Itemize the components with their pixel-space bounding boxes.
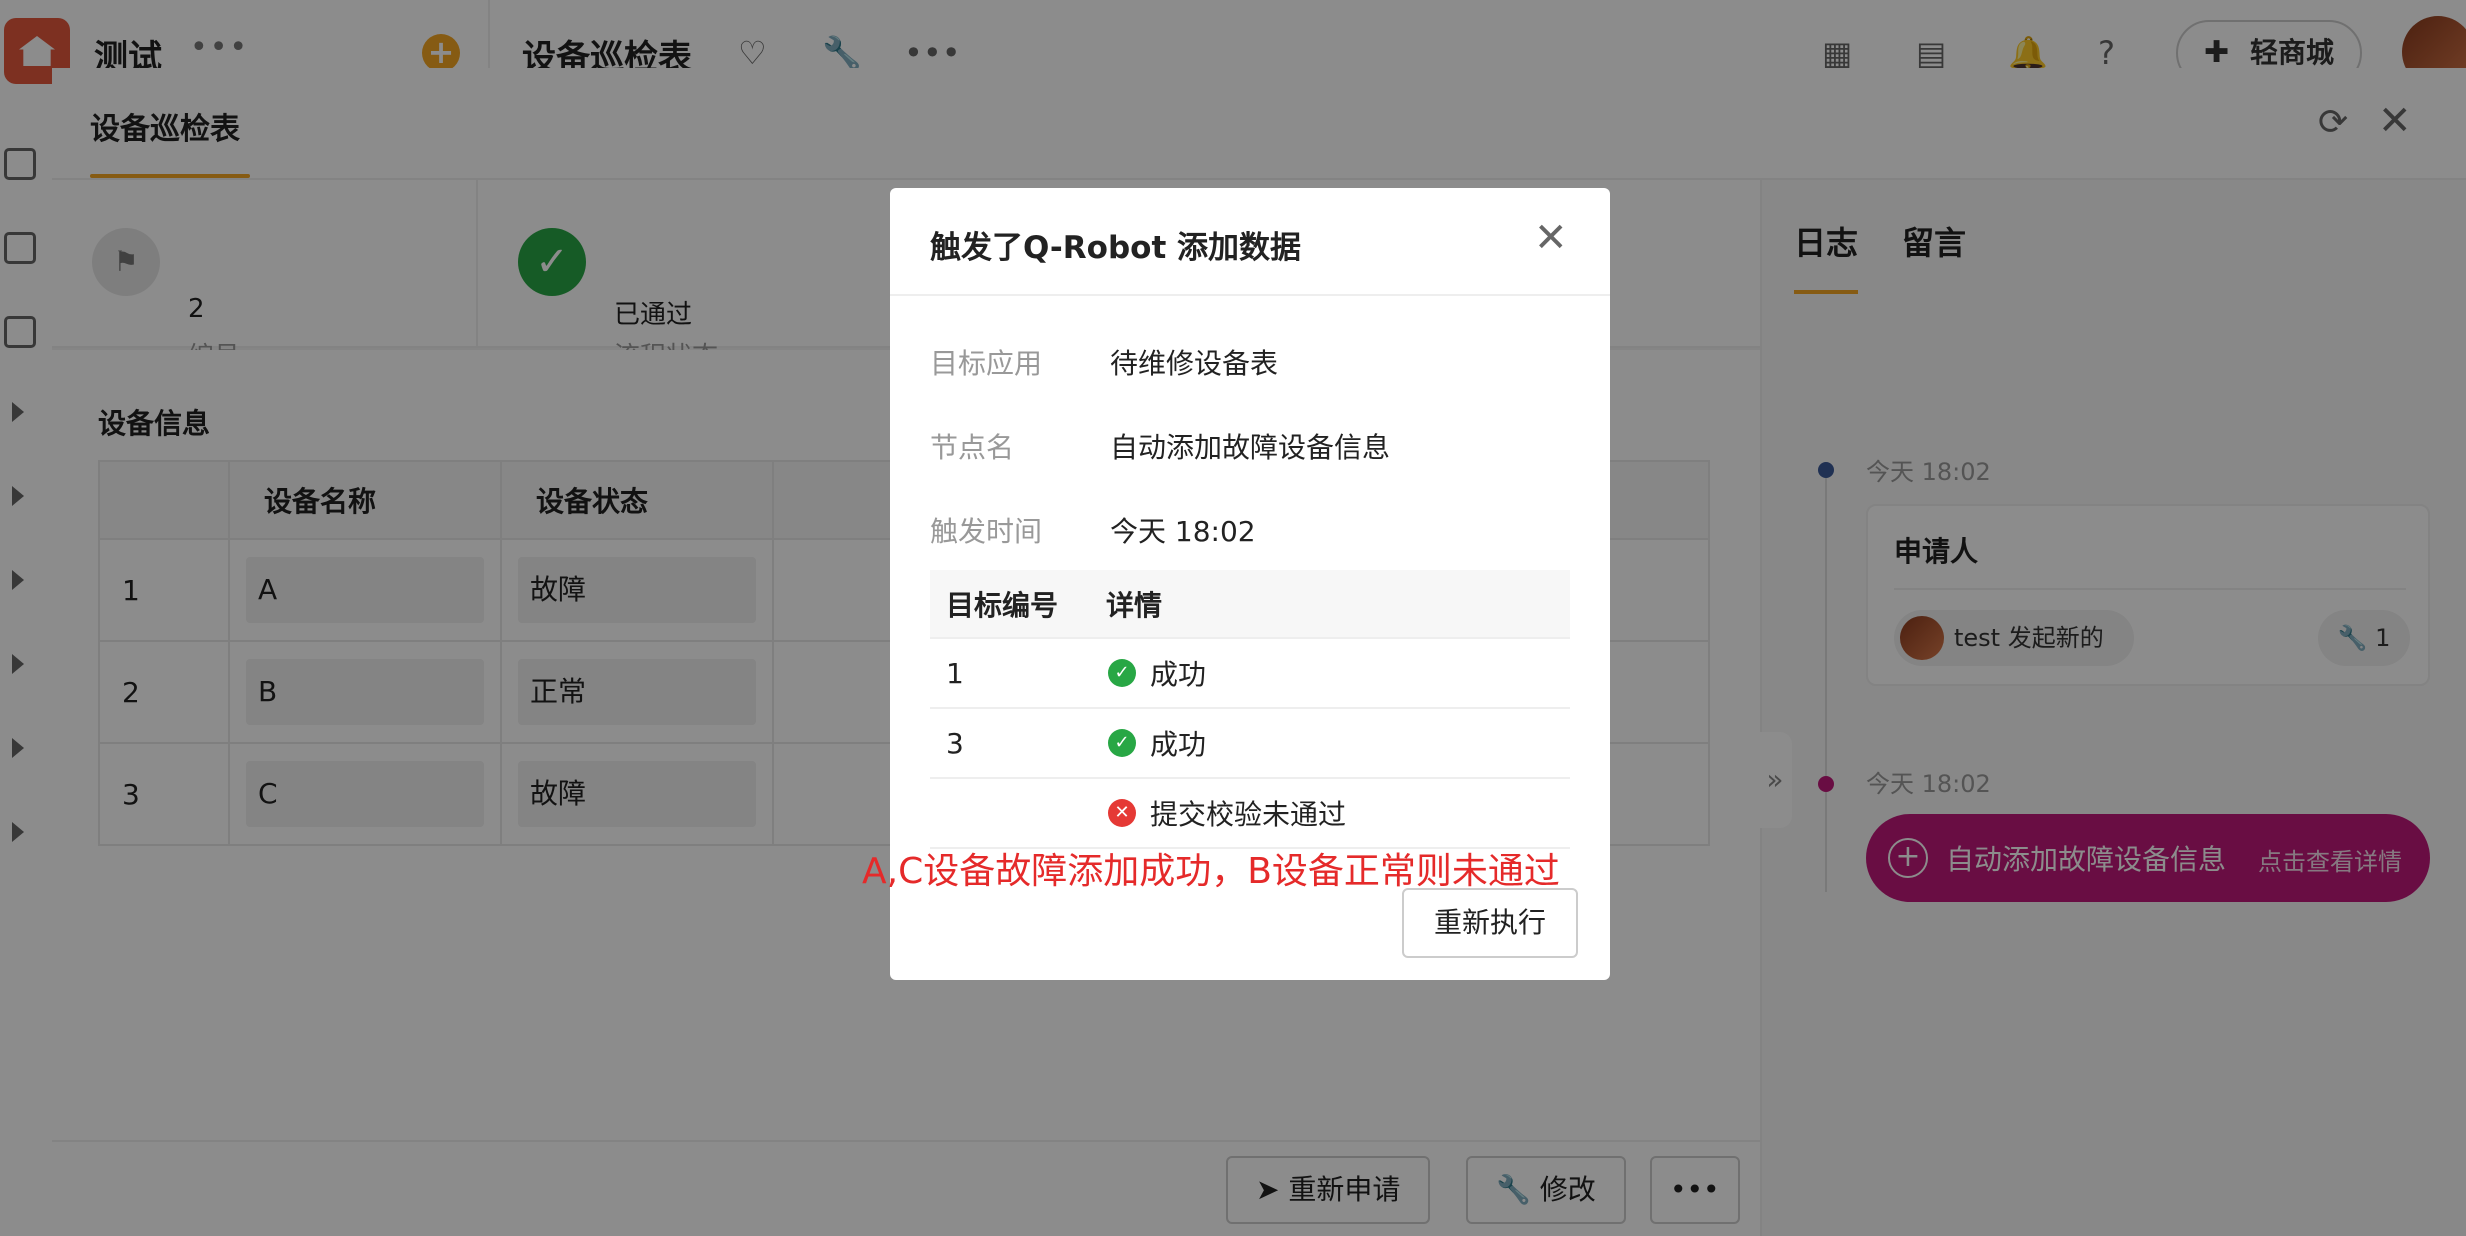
success-icon: ✓	[1108, 659, 1136, 687]
target-app-value: 待维修设备表	[1110, 347, 1279, 380]
trigger-time-label: 触发时间	[930, 515, 1043, 548]
target-id[interactable]: 1	[930, 638, 1090, 709]
node-name-value: 自动添加故障设备信息	[1110, 431, 1391, 464]
trigger-time-value: 今天 18:02	[1110, 515, 1256, 548]
table-header: 目标编号	[930, 570, 1090, 639]
table-row: ✕ 提交校验未通过	[930, 778, 1570, 849]
table-row: 1 ✓ 成功	[930, 638, 1570, 709]
success-icon: ✓	[1108, 729, 1136, 757]
target-app-label: 目标应用	[930, 347, 1043, 380]
target-id[interactable]: 3	[930, 708, 1090, 779]
result-text: 成功	[1150, 728, 1207, 761]
fail-icon: ✕	[1108, 799, 1136, 827]
table-row: 3 ✓ 成功	[930, 708, 1570, 779]
retry-button[interactable]: 重新执行	[1402, 888, 1578, 958]
result-text: 成功	[1150, 658, 1207, 691]
result-table: 目标编号 详情 1 ✓ 成功 3 ✓ 成功 ✕ 提交校验未通过	[930, 570, 1570, 849]
target-id	[930, 778, 1090, 849]
modal-title: 触发了Q-Robot 添加数据	[930, 230, 1302, 266]
modal-header: 触发了Q-Robot 添加数据 ✕	[890, 188, 1610, 296]
node-name-label: 节点名	[930, 431, 1015, 464]
result-text: 提交校验未通过	[1150, 798, 1347, 831]
close-icon[interactable]: ✕	[1534, 216, 1568, 260]
table-header: 详情	[1090, 570, 1570, 639]
annotation-text: A,C设备故障添加成功，B设备正常则未通过	[862, 851, 1560, 892]
